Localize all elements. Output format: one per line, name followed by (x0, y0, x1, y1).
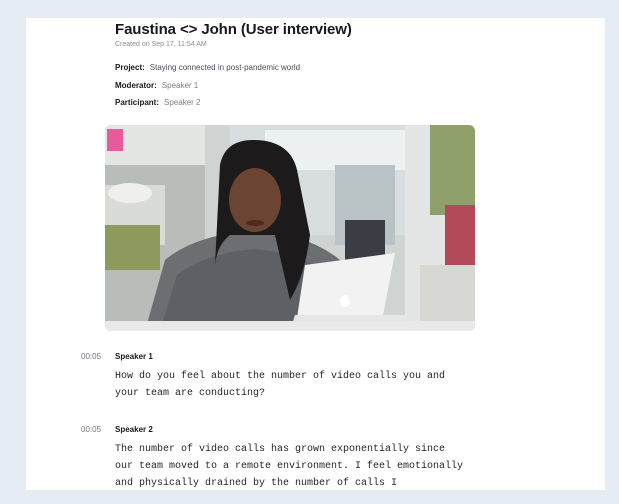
utterance-text[interactable]: How do you feel about the number of vide… (115, 368, 445, 402)
participant-value[interactable]: Speaker 2 (164, 98, 200, 107)
utterance-line: and physically drained by the number of … (115, 478, 398, 489)
interview-document: Faustina <> John (User interview) Create… (26, 18, 605, 490)
moderator-field: Moderator: Speaker 1 (115, 81, 198, 90)
document-title: Faustina <> John (User interview) (115, 21, 352, 38)
utterance-line: your team are conducting? (115, 388, 266, 399)
utterance-line: How do you feel about the number of vide… (115, 371, 446, 382)
project-field: Project: Staying connected in post-pandem… (115, 63, 300, 72)
project-value[interactable]: Staying connected in post-pandemic world (150, 63, 300, 72)
speaker-label: Speaker 1 (115, 352, 153, 361)
utterance-text[interactable]: The number of video calls has grown expo… (115, 441, 463, 490)
project-label: Project: (115, 63, 145, 72)
moderator-label: Moderator: (115, 81, 157, 90)
moderator-value[interactable]: Speaker 1 (162, 81, 198, 90)
utterance-line: The number of video calls has grown expo… (115, 444, 446, 455)
speaker-label: Speaker 2 (115, 425, 153, 434)
timestamp[interactable]: 00:05 (81, 352, 101, 361)
timestamp[interactable]: 00:05 (81, 425, 101, 434)
utterance-line: our team moved to a remote environment. … (115, 461, 464, 472)
participant-field: Participant: Speaker 2 (115, 98, 200, 107)
interview-photo (105, 125, 475, 331)
participant-label: Participant: (115, 98, 160, 107)
created-timestamp: Created on Sep 17, 11:54 AM (115, 41, 207, 48)
